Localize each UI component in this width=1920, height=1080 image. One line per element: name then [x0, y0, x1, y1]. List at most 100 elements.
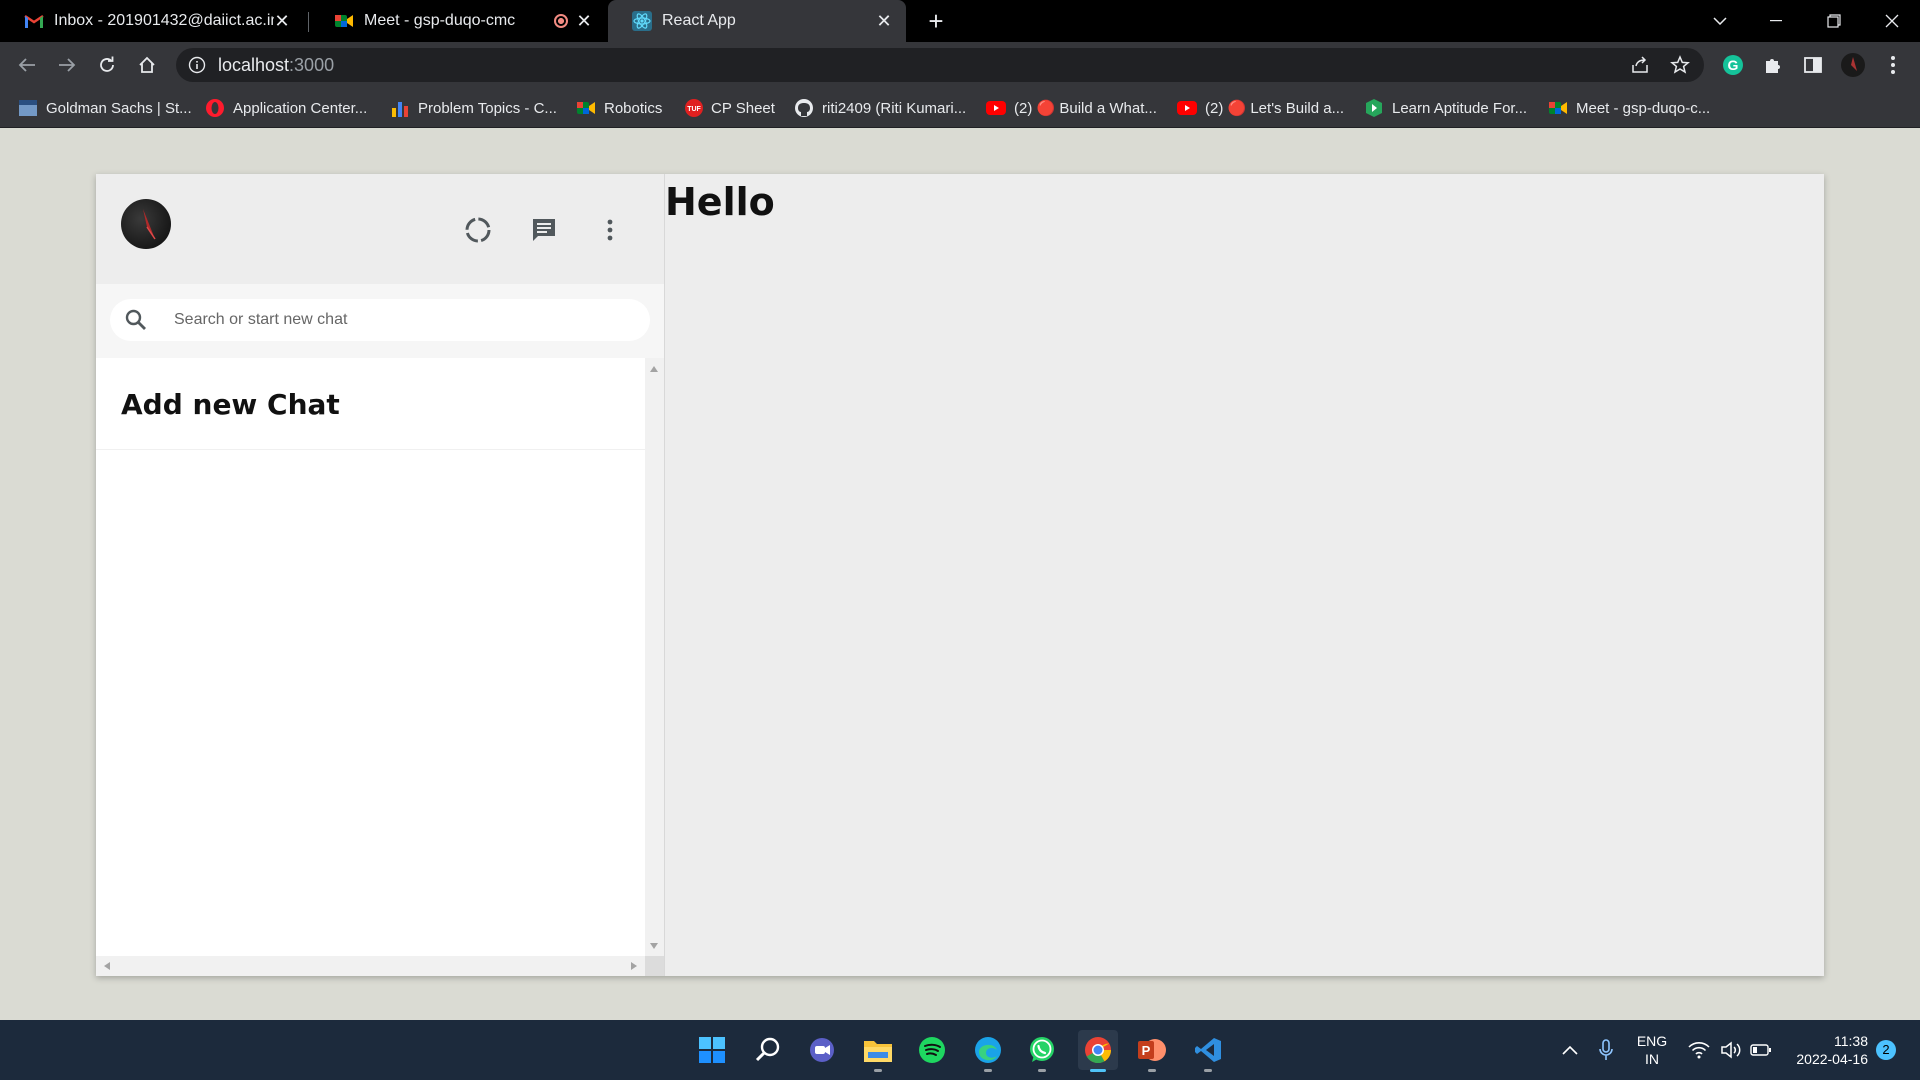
show-hidden-icons-chevron-icon[interactable] — [1558, 1020, 1582, 1080]
bookmark-item[interactable]: (2) 🔴 Let's Build a... — [1177, 88, 1344, 128]
grammarly-icon[interactable]: G — [1719, 51, 1747, 79]
bookmark-item[interactable]: Learn Aptitude For... — [1364, 88, 1527, 128]
search-box[interactable] — [110, 299, 650, 341]
bookmark-item[interactable]: (2) 🔴 Build a What... — [986, 88, 1157, 128]
microphone-icon[interactable] — [1594, 1020, 1618, 1080]
bookmark-label: CP Sheet — [711, 99, 775, 117]
teams-chat-icon[interactable] — [802, 1030, 842, 1070]
running-indicator — [1204, 1069, 1212, 1072]
browser-tab-strip: Inbox - 201901432@daiict.ac.in - ✕ Meet … — [0, 0, 1920, 42]
google-meet-icon — [576, 98, 596, 118]
scrollbar-corner — [645, 956, 664, 976]
google-meet-icon — [334, 11, 354, 31]
windows-start-icon[interactable] — [692, 1030, 732, 1070]
browser-toolbar: localhost:3000 G — [0, 42, 1920, 88]
chrome-menu-icon[interactable] — [1879, 51, 1907, 79]
forward-button[interactable] — [53, 51, 81, 79]
side-panel-icon[interactable] — [1799, 51, 1827, 79]
close-window-button[interactable] — [1864, 0, 1920, 42]
chat-heading: Hello — [665, 180, 775, 224]
system-clock[interactable]: 11:38 2022-04-16 — [1782, 1032, 1868, 1068]
github-icon — [794, 98, 814, 118]
back-button[interactable] — [13, 51, 41, 79]
powerpoint-icon[interactable]: P — [1132, 1030, 1172, 1072]
url-port: :3000 — [289, 55, 335, 75]
recording-icon — [554, 14, 568, 28]
bookmark-item[interactable]: Meet - gsp-duqo-c... — [1548, 88, 1710, 128]
avatar[interactable] — [121, 199, 171, 249]
chrome-icon[interactable] — [1078, 1030, 1118, 1072]
spotify-icon[interactable] — [912, 1030, 952, 1070]
tab-title: React App — [662, 12, 736, 29]
bookmark-item[interactable]: Application Center... — [205, 88, 367, 128]
vertical-scrollbar[interactable] — [645, 358, 664, 956]
search-input[interactable] — [174, 307, 634, 333]
close-tab-icon[interactable]: ✕ — [574, 11, 594, 31]
home-button[interactable] — [133, 51, 161, 79]
bookmark-label: (2) 🔴 Let's Build a... — [1205, 100, 1345, 117]
more-vert-icon[interactable] — [594, 214, 626, 246]
bookmark-item[interactable]: Goldman Sachs | St... — [18, 88, 192, 128]
google-meet-icon — [1548, 98, 1568, 118]
chat-list: Add new Chat — [96, 358, 645, 956]
share-icon[interactable] — [1630, 55, 1650, 80]
notification-badge[interactable]: 2 — [1876, 1040, 1896, 1060]
running-indicator — [1148, 1069, 1156, 1072]
restore-button[interactable] — [1806, 0, 1862, 42]
sidebar: Add new Chat — [96, 174, 665, 976]
url-host: localhost — [218, 55, 290, 75]
search-icon[interactable] — [748, 1030, 788, 1070]
bookmark-item[interactable]: Problem Topics - C... — [390, 88, 557, 128]
search-container — [96, 284, 664, 358]
tab-meet[interactable]: Meet - gsp-duqo-cmc ✕ — [310, 0, 606, 42]
close-tab-icon[interactable]: ✕ — [874, 11, 894, 31]
edge-icon[interactable] — [968, 1030, 1008, 1072]
bookmark-label: Goldman Sachs | St... — [46, 99, 192, 117]
clock-time: 11:38 — [1834, 1033, 1868, 1049]
add-new-chat-label: Add new Chat — [121, 388, 340, 421]
extensions-puzzle-icon[interactable] — [1759, 51, 1787, 79]
new-chat-icon[interactable] — [528, 214, 560, 246]
vscode-icon[interactable] — [1188, 1030, 1228, 1072]
bookmark-star-icon[interactable] — [1670, 55, 1690, 80]
chat-app-container: Add new Chat Hello — [96, 174, 1824, 976]
volume-icon[interactable] — [1718, 1020, 1744, 1080]
placement-icon — [1364, 98, 1384, 118]
reload-button[interactable] — [93, 51, 121, 79]
tuf-icon: TUF — [683, 98, 703, 118]
add-new-chat-item[interactable]: Add new Chat — [96, 358, 645, 450]
bookmark-item[interactable]: TUF CP Sheet — [683, 88, 775, 128]
new-tab-button[interactable]: + — [922, 7, 950, 35]
battery-icon[interactable] — [1748, 1020, 1774, 1080]
svg-text:P: P — [1142, 1043, 1151, 1058]
language-region: IN — [1645, 1051, 1659, 1067]
goldman-sachs-icon — [18, 98, 38, 118]
site-info-icon[interactable] — [188, 56, 206, 79]
address-bar[interactable]: localhost:3000 — [176, 48, 1704, 82]
bookmarks-bar: Goldman Sachs | St... Application Center… — [0, 88, 1920, 128]
scroll-left-arrow-icon[interactable] — [104, 962, 110, 970]
horizontal-scrollbar[interactable] — [96, 956, 645, 976]
sidebar-header — [96, 174, 664, 284]
bookmark-label: Meet - gsp-duqo-c... — [1576, 99, 1711, 117]
status-icon[interactable] — [462, 214, 494, 246]
file-explorer-icon[interactable] — [858, 1030, 898, 1072]
wifi-icon[interactable] — [1686, 1020, 1712, 1080]
language-indicator[interactable]: ENG IN — [1630, 1032, 1674, 1068]
svg-text:G: G — [1728, 57, 1739, 73]
bookmark-item[interactable]: Robotics — [576, 88, 662, 128]
bookmark-item[interactable]: riti2409 (Riti Kumari... — [794, 88, 966, 128]
scroll-right-arrow-icon[interactable] — [631, 962, 637, 970]
scroll-down-arrow-icon[interactable] — [650, 943, 658, 949]
tab-gmail[interactable]: Inbox - 201901432@daiict.ac.in - ✕ — [0, 0, 304, 42]
tab-search-chevron-icon[interactable] — [1692, 0, 1748, 42]
running-indicator — [1090, 1069, 1106, 1072]
scroll-up-arrow-icon[interactable] — [650, 366, 658, 372]
whatsapp-icon[interactable] — [1022, 1030, 1062, 1072]
tab-react-app[interactable]: React App ✕ — [608, 0, 906, 42]
profile-avatar[interactable] — [1839, 51, 1867, 79]
close-tab-icon[interactable]: ✕ — [272, 11, 292, 31]
minimize-button[interactable] — [1748, 0, 1804, 42]
chat-pane: Hello — [665, 174, 1824, 976]
running-indicator — [1038, 1069, 1046, 1072]
